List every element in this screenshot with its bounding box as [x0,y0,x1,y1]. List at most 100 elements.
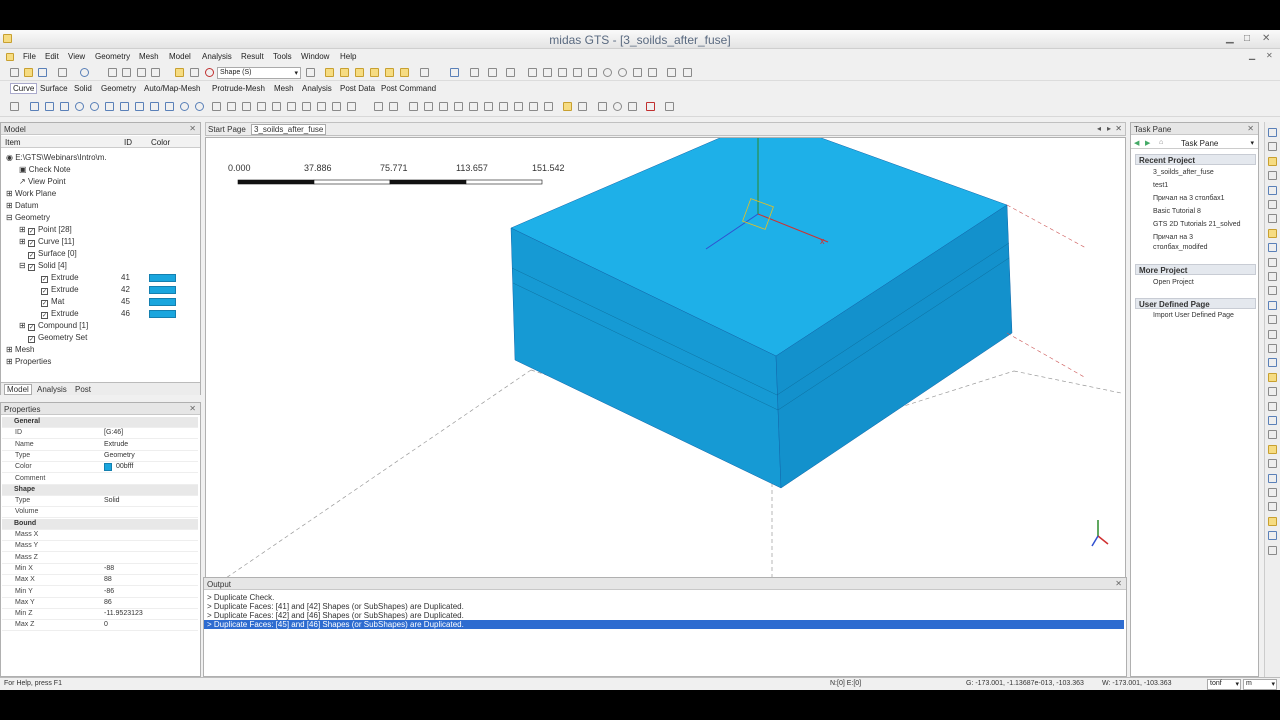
recent-project-link[interactable]: GTS 2D Tutorials 21_solved [1153,221,1241,228]
light-icon[interactable] [1268,286,1277,296]
tab-auto-map-mesh[interactable]: Auto/Map-Mesh [144,84,200,93]
capture-icon[interactable] [1268,401,1277,411]
property-row[interactable]: Mass Z [2,553,198,564]
tree-item-extrude-42[interactable]: ✓ Extrude [41,285,79,295]
undo-icon[interactable] [108,68,117,77]
dashed-line-icon[interactable] [529,102,538,111]
select-shape-icon[interactable] [205,68,214,77]
recent-project-link[interactable]: Причал на 3 [1153,234,1193,241]
angle-line-icon[interactable] [454,102,463,111]
project-icon[interactable] [347,102,356,111]
panel-close-icon[interactable]: ✕ [1115,579,1122,588]
mirror-icon[interactable] [628,102,637,111]
tree-item-extrude-46[interactable]: ✓ Extrude [41,309,79,319]
save-icon[interactable] [38,68,47,77]
print-icon[interactable] [58,68,67,77]
normal-line-icon[interactable] [424,102,433,111]
column-color[interactable]: Color [151,138,170,147]
snap-cross-icon[interactable] [633,68,642,77]
tab-solid[interactable]: Solid [74,84,92,93]
property-row[interactable]: Comment [2,474,198,485]
zoom-fit-icon[interactable] [1268,185,1277,195]
output-line-selected[interactable]: > Duplicate Faces: [45] and [46] Shapes … [204,620,1124,629]
zoom-in-icon[interactable] [1268,156,1277,166]
select-window-icon[interactable] [190,68,199,77]
open-curve-icon[interactable] [514,102,523,111]
bulb-icon[interactable] [1268,502,1277,512]
tree-item-compound[interactable]: ⊞ ✓ Compound [1] [19,321,88,331]
open-file-icon[interactable] [24,68,33,77]
tree-item-mat-45[interactable]: ✓ Mat [41,297,64,307]
menu-mesh[interactable]: Mesh [139,52,159,61]
refresh-icon[interactable] [1268,387,1277,397]
snap-clear-icon[interactable] [683,68,692,77]
iso-view-icon[interactable] [1268,228,1277,238]
check-icon[interactable] [332,102,341,111]
mdi-close-icon[interactable]: ✕ [1266,51,1273,60]
tree-item-work-plane[interactable]: ⊞ Work Plane [6,189,56,198]
property-row[interactable]: ID [G:46] [2,428,198,440]
polyline-icon[interactable] [45,102,54,111]
property-row[interactable]: Min Y -86 [2,587,198,598]
panel-close-icon[interactable]: ✕ [1247,124,1254,133]
tab-curve[interactable]: Curve [10,83,38,94]
tangent-line-icon[interactable] [409,102,418,111]
length-unit-select[interactable]: m ▾ [1243,679,1277,690]
redo-list-icon[interactable] [151,68,160,77]
pan-icon[interactable] [1268,200,1277,209]
circle-icon[interactable] [90,102,99,111]
scene-canvas[interactable]: x 0.000 37.886 75.771 113.657 151.542 [206,138,1126,602]
snap-point-icon[interactable] [528,68,537,77]
pick-edge-icon[interactable] [340,68,349,77]
panel-close-icon[interactable]: ✕ [189,124,196,133]
column-item[interactable]: Item [5,138,21,147]
new-file-icon[interactable] [10,68,19,77]
tree-item-view-point[interactable]: ↗ View Point [19,177,66,186]
print-view-icon[interactable] [1268,545,1277,555]
open-project-link[interactable]: Open Project [1153,279,1194,286]
deselect-icon[interactable] [306,68,315,77]
tab-scroll-left-icon[interactable]: ◂ [1097,124,1101,133]
view-front-icon[interactable] [1268,128,1277,137]
recent-project-link[interactable]: 3_soilds_after_fuse [1153,169,1214,176]
circle-3pt-icon[interactable] [195,102,204,111]
snap-tangent-icon[interactable] [667,68,676,77]
force-unit-select[interactable]: tonf ▾ [1207,679,1241,690]
property-row[interactable]: Type Geometry [2,451,198,462]
menu-file[interactable]: File [23,52,36,61]
trim-icon[interactable] [287,102,296,111]
shape-filter-dropdown[interactable]: Shape (S) ▾ [217,67,301,79]
display-icon[interactable] [1268,300,1277,310]
tab-protrude-mesh[interactable]: Protrude-Mesh [212,84,265,93]
snap-settings-icon[interactable] [506,68,515,77]
property-group[interactable]: Shape [2,484,198,496]
menu-edit[interactable]: Edit [45,52,59,61]
zoom-window-icon[interactable] [1268,416,1277,425]
forward-icon[interactable]: ▶ [1145,139,1150,147]
recent-project-link[interactable]: Причал на 3 столбах1 [1153,195,1225,202]
tree-item-curve[interactable]: ⊞ ✓ Curve [11] [19,237,74,247]
property-row[interactable]: Type Solid [2,496,198,508]
snap-center-icon[interactable] [603,68,612,77]
column-id[interactable]: ID [124,138,132,147]
bracket-icon[interactable] [544,102,553,111]
chamfer-icon[interactable] [257,102,266,111]
task-pane-selector[interactable]: Task Pane [1181,139,1218,148]
menu-window[interactable]: Window [301,52,329,61]
menu-tools[interactable]: Tools [273,52,292,61]
extend-icon[interactable] [272,102,281,111]
more-project-section[interactable]: More Project [1135,264,1256,275]
menu-help[interactable]: Help [340,52,356,61]
tab-scroll-right-icon[interactable]: ▸ [1107,124,1111,133]
tab-model[interactable]: Model [4,384,32,395]
spline-icon[interactable] [120,102,129,111]
grid-view-icon[interactable] [1268,473,1277,483]
render-wire-icon[interactable] [1268,257,1277,267]
arc-icon[interactable] [75,102,84,111]
measure-icon[interactable] [1268,358,1277,368]
snap-perp-icon[interactable] [588,68,597,77]
close-icon[interactable]: ✕ [1262,33,1270,44]
property-row[interactable]: Color 00bfff [2,462,198,474]
tree-item-file[interactable]: ◉ E:\GTS\Webinars\Intro\m. [6,153,107,162]
tab-analysis[interactable]: Analysis [302,84,332,93]
